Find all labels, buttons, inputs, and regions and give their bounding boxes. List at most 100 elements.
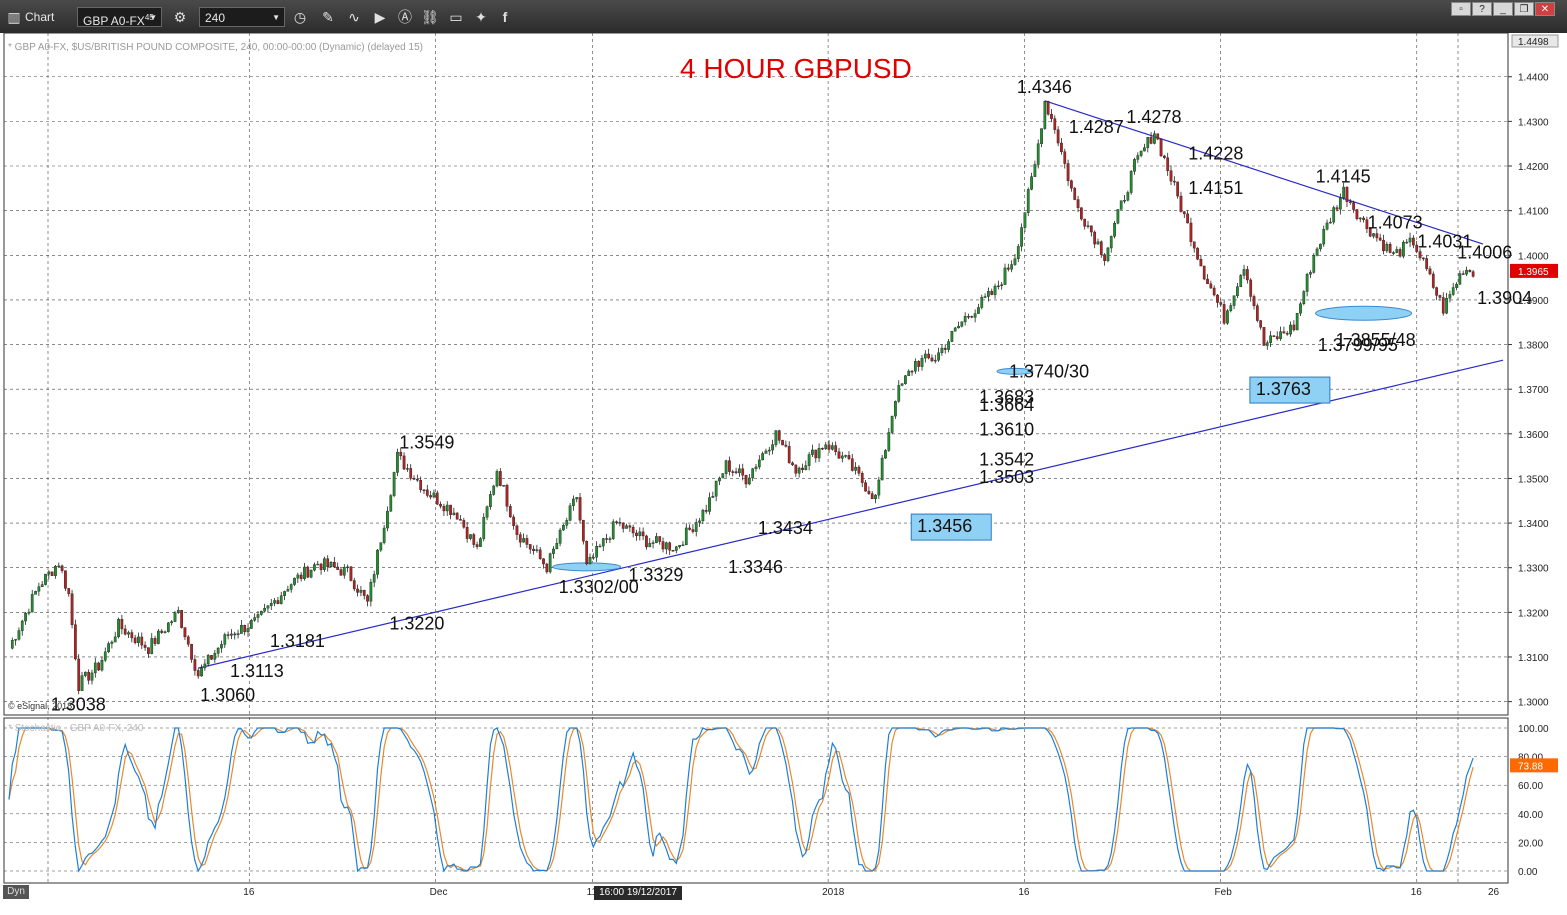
- candle: [153, 638, 157, 644]
- candle: [465, 526, 469, 539]
- chart-area[interactable]: 1.3038 1.30601.31131.31811.32201.35491.33…: [0, 33, 1567, 915]
- candle: [761, 453, 765, 461]
- y-tick-label: 1.4300: [1518, 117, 1549, 128]
- candle: [894, 401, 897, 417]
- candle: [137, 636, 140, 643]
- candle: [259, 610, 263, 615]
- candle: [492, 485, 496, 495]
- candle: [406, 468, 409, 470]
- symbol-input[interactable]: GBP A0-FX45 ▼: [77, 7, 162, 28]
- candle: [495, 471, 499, 487]
- candle: [279, 595, 283, 604]
- candle: [200, 667, 203, 677]
- gear-icon[interactable]: ⚙: [170, 7, 190, 27]
- candle: [698, 520, 701, 523]
- candle: [651, 542, 655, 544]
- window-pin-button[interactable]: ▫: [1451, 2, 1471, 16]
- candle: [880, 457, 884, 481]
- clock-icon[interactable]: ◷: [290, 7, 310, 27]
- candle: [960, 321, 964, 327]
- candle: [1322, 229, 1326, 245]
- candle: [54, 566, 57, 576]
- candle: [821, 447, 824, 450]
- link-icon[interactable]: ⛓: [420, 7, 440, 27]
- candle: [601, 538, 605, 547]
- twitter-icon[interactable]: ✦: [471, 7, 491, 27]
- candle: [518, 534, 522, 543]
- candle: [10, 640, 14, 649]
- chevron-down-icon[interactable]: ▼: [149, 8, 157, 28]
- candle: [356, 588, 359, 593]
- candle: [498, 471, 502, 486]
- candle: [386, 510, 389, 529]
- candle: [44, 573, 47, 585]
- price-annotation: 1.3456: [917, 516, 972, 536]
- candle: [658, 536, 662, 542]
- window-restore-button[interactable]: ❐: [1514, 2, 1534, 16]
- candle: [860, 473, 864, 483]
- candle: [1133, 159, 1136, 172]
- candle: [1063, 151, 1067, 164]
- candle: [1103, 254, 1106, 261]
- alert-icon[interactable]: Ⓐ: [395, 7, 415, 27]
- candle: [754, 466, 758, 469]
- chart-window-icon[interactable]: ▥: [4, 7, 24, 27]
- price-annotation: 1.4228: [1188, 144, 1243, 164]
- candle: [103, 651, 107, 661]
- interval-input[interactable]: 240 ▼: [199, 7, 285, 27]
- candle: [396, 451, 399, 473]
- candle: [1116, 209, 1120, 224]
- window-help-button[interactable]: ?: [1472, 2, 1492, 16]
- candle: [884, 450, 887, 459]
- candle: [767, 449, 771, 452]
- candle: [422, 489, 426, 492]
- candle: [263, 607, 266, 612]
- candle: [1279, 331, 1282, 339]
- play-icon[interactable]: ▶: [370, 7, 390, 27]
- candle: [233, 633, 237, 636]
- stoch-tick-label: 20.00: [1518, 838, 1543, 849]
- cursor-time-text: 16:00 19/12/2017: [599, 887, 677, 898]
- candle: [1013, 258, 1017, 265]
- candle: [734, 471, 738, 474]
- candle: [1212, 287, 1216, 296]
- candle: [625, 525, 628, 529]
- candle: [973, 313, 977, 318]
- window-close-button[interactable]: ✕: [1535, 2, 1555, 16]
- candle: [535, 549, 539, 552]
- candle: [442, 506, 446, 512]
- price-annotation: 1.3763: [1256, 379, 1311, 399]
- facebook-icon[interactable]: f: [495, 7, 515, 27]
- dyn-badge[interactable]: Dyn: [3, 885, 29, 899]
- candle: [1249, 279, 1253, 297]
- candle: [850, 458, 854, 471]
- candle: [133, 637, 137, 643]
- study-wave-icon[interactable]: ∿: [344, 7, 364, 27]
- candle: [578, 497, 582, 521]
- candle: [638, 531, 642, 536]
- candle: [591, 556, 595, 559]
- support-ellipse: [1315, 305, 1413, 321]
- draw-pencil-icon[interactable]: ✎: [318, 7, 338, 27]
- candle: [664, 542, 668, 550]
- chevron-down-icon[interactable]: ▼: [272, 8, 280, 28]
- candle: [256, 614, 260, 618]
- candle: [797, 467, 801, 474]
- candle: [890, 415, 894, 433]
- candle: [661, 541, 665, 550]
- candle: [123, 628, 127, 635]
- candle: [568, 505, 572, 521]
- candle: [1272, 335, 1276, 337]
- candle: [160, 630, 164, 633]
- comment-icon[interactable]: ▭: [446, 7, 466, 27]
- window-minimize-button[interactable]: _: [1493, 2, 1513, 16]
- candle: [744, 475, 748, 485]
- candle: [674, 546, 678, 551]
- candle: [980, 297, 984, 308]
- candle: [452, 512, 456, 515]
- candle: [1043, 101, 1047, 129]
- candle: [1275, 336, 1279, 339]
- candle: [213, 653, 217, 660]
- candle: [479, 538, 482, 547]
- price-annotation: 1.3113: [230, 661, 284, 681]
